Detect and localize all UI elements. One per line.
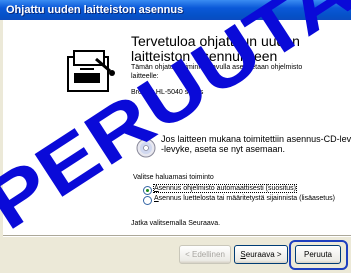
cd-icon bbox=[136, 138, 156, 158]
continue-hint: Jatka valitsemalla Seuraava. bbox=[131, 220, 221, 227]
button-separator bbox=[3, 235, 351, 237]
title-bar[interactable]: Ohjattu uuden laitteiston asennus bbox=[0, 0, 351, 20]
wizard-side-panel bbox=[3, 20, 121, 235]
option-automatic-label[interactable]: Asennus ohjelmisto automaattisesti (suos… bbox=[152, 184, 298, 193]
options-question: Valitse haluamasi toiminto bbox=[133, 174, 214, 181]
back-button[interactable]: < Edellinen bbox=[179, 245, 231, 264]
radio-install-automatic[interactable] bbox=[143, 186, 152, 195]
hardware-icon bbox=[66, 49, 117, 94]
cd-instruction-2: -levyke, aseta se nyt asemaan. bbox=[161, 144, 286, 154]
device-name: Brother HL-5040 series bbox=[131, 89, 204, 96]
cd-instruction-1: Jos laitteen mukana toimitettiin asennus… bbox=[161, 134, 351, 144]
intro-text-1: Tämän ohjatun toiminnon avulla asennetaa… bbox=[131, 64, 303, 71]
page-heading: Tervetuloa ohjattuun uuden laitteiston a… bbox=[131, 33, 300, 64]
radio-install-from-list[interactable] bbox=[143, 196, 152, 205]
option-list-label[interactable]: Asennus luettelosta tai määritetystä sij… bbox=[154, 195, 335, 202]
wizard-content: Tervetuloa ohjattuun uuden laitteiston a… bbox=[121, 20, 351, 235]
intro-text-2: laitteelle: bbox=[131, 73, 159, 80]
wizard-window: Ohjattu uuden laitteiston asennus Tervet… bbox=[0, 0, 351, 273]
window-title: Ohjattu uuden laitteiston asennus bbox=[6, 4, 184, 16]
next-button[interactable]: Seuraava > bbox=[234, 245, 288, 264]
cancel-button[interactable]: Peruuta bbox=[295, 245, 341, 264]
